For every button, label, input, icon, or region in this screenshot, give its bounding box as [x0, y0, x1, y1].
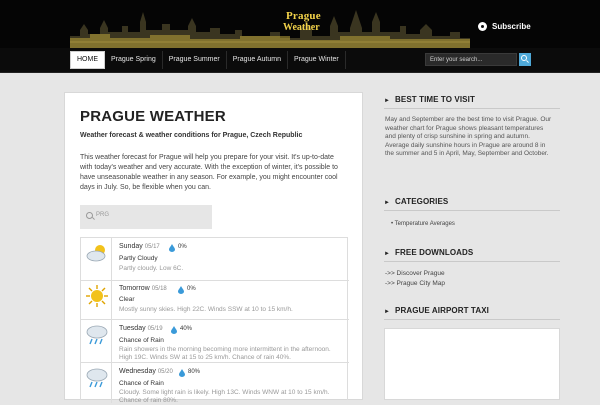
- raindrop-icon: [178, 286, 184, 294]
- site-header: Prague Weather Subscribe: [0, 0, 600, 48]
- download-link-prague-city-map[interactable]: ->> Prague City Map: [385, 280, 445, 287]
- subscribe-label: Subscribe: [492, 21, 531, 31]
- forecast-icon-cell: [81, 281, 112, 319]
- page-subtitle: Weather forecast & weather conditions fo…: [80, 132, 303, 139]
- search-icon: [86, 212, 93, 219]
- subscribe-link[interactable]: Subscribe: [478, 19, 531, 33]
- main-navigation: HOME Prague Spring Prague Summer Prague …: [0, 48, 600, 73]
- page-title: PRAGUE WEATHER: [80, 108, 226, 125]
- site-logo[interactable]: Prague Weather: [280, 10, 350, 38]
- partly-cloudy-icon: [86, 245, 106, 262]
- forecast-description: Partly cloudy. Low 6C.: [119, 265, 184, 272]
- logo-text-line1: Prague: [286, 10, 321, 22]
- site-search-input[interactable]: Enter your search...: [425, 53, 517, 66]
- forecast-icon-cell: [81, 320, 112, 362]
- forecast-icon-cell: [81, 238, 112, 280]
- search-button[interactable]: [519, 53, 531, 66]
- nav-item-home[interactable]: HOME: [70, 51, 105, 69]
- forecast-description: Mostly sunny skies. High 22C. Winds SSW …: [119, 306, 293, 313]
- precip-chance: 0%: [178, 244, 187, 250]
- sidebar-heading-best-time: ► BEST TIME TO VISIT: [384, 95, 475, 104]
- forecast-condition: Partly Cloudy: [119, 255, 158, 262]
- nav-item-prague-spring[interactable]: Prague Spring: [105, 51, 163, 69]
- forecast-condition: Clear: [119, 296, 135, 303]
- sidebar-heading-airport-taxi: ► PRAGUE AIRPORT TAXI: [384, 306, 489, 315]
- nav-menu: HOME Prague Spring Prague Summer Prague …: [70, 51, 346, 69]
- precip-chance: 80%: [188, 369, 201, 375]
- forecast-condition: Chance of Rain: [119, 337, 164, 344]
- rss-icon: [478, 21, 487, 31]
- sidebar-divider: [384, 108, 560, 109]
- prague-skyline-image: [70, 2, 470, 48]
- forecast-day: Wednesday 05/20: [119, 368, 173, 375]
- sidebar-heading-categories: ► CATEGORIES: [384, 197, 449, 206]
- airport-taxi-panel: [384, 328, 560, 400]
- forecast-icon-cell: [81, 363, 112, 403]
- raindrop-icon: [171, 326, 177, 334]
- precip-chance: 40%: [180, 326, 193, 332]
- intro-paragraph: This weather forecast for Prague will he…: [80, 154, 338, 191]
- best-time-text: May and September are the best time to v…: [385, 116, 552, 158]
- forecast-table: Sunday 05/17 0% Partly Cloudy Partly clou…: [80, 237, 349, 404]
- forecast-description: Cloudy. Some light rain is likely. High …: [119, 389, 330, 404]
- rain-cloud-icon: [86, 325, 108, 345]
- forecast-day: Tomorrow 05/18: [119, 285, 167, 292]
- forecast-description: Rain showers in the morning becoming mor…: [119, 346, 331, 361]
- forecast-condition: Chance of Rain: [119, 380, 164, 387]
- precip-chance: 0%: [187, 286, 196, 292]
- forecast-row: Sunday 05/17 0% Partly Cloudy Partly clou…: [81, 238, 349, 281]
- sun-icon: [86, 285, 108, 307]
- nav-item-prague-summer[interactable]: Prague Summer: [163, 51, 227, 69]
- forecast-row: Tomorrow 05/18 0% Clear Mostly sunny skie…: [81, 281, 349, 320]
- forecast-day: Tuesday 05/19: [119, 325, 163, 332]
- logo-text-line2: Weather: [283, 22, 320, 33]
- rain-cloud-icon: [86, 368, 108, 388]
- download-link-discover-prague[interactable]: ->> Discover Prague: [385, 270, 445, 277]
- forecast-day: Sunday 05/17: [119, 243, 160, 250]
- sidebar-divider: [384, 319, 560, 320]
- forecast-row: Wednesday 05/20 80% Chance of Rain Cloudy…: [81, 363, 349, 404]
- raindrop-icon: [179, 369, 185, 377]
- sidebar-heading-downloads: ► FREE DOWNLOADS: [384, 248, 474, 257]
- weather-location-search[interactable]: PRG: [80, 205, 212, 229]
- nav-item-prague-winter[interactable]: Prague Winter: [288, 51, 346, 69]
- nav-item-prague-autumn[interactable]: Prague Autumn: [227, 51, 288, 69]
- sidebar-divider: [384, 210, 560, 211]
- raindrop-icon: [169, 244, 175, 252]
- forecast-row: Tuesday 05/19 40% Chance of Rain Rain sho…: [81, 320, 349, 363]
- category-link[interactable]: • Temperature Averages: [391, 221, 455, 227]
- weather-location-value: PRG: [96, 212, 110, 218]
- sidebar-divider: [384, 261, 560, 262]
